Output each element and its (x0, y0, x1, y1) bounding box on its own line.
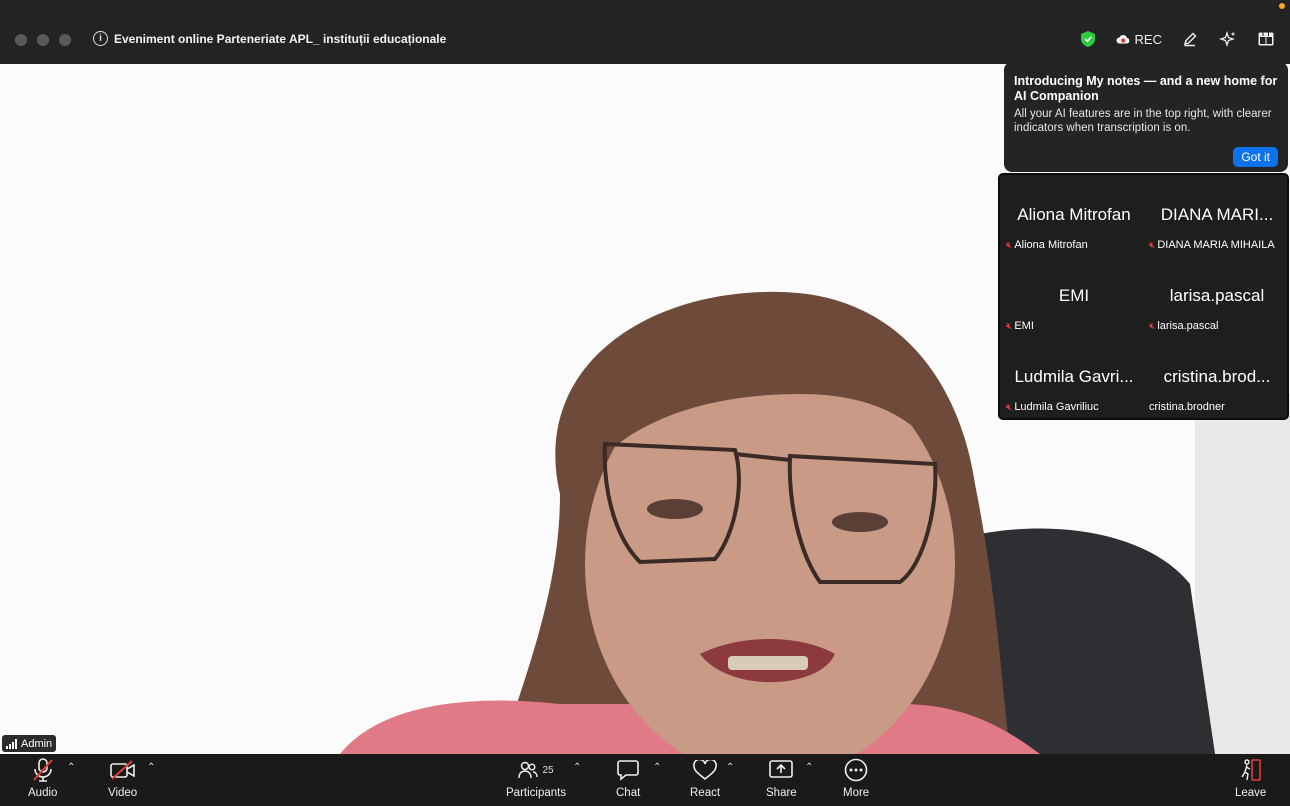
recording-indicator[interactable]: REC (1116, 32, 1162, 47)
security-shield-icon[interactable] (1078, 29, 1098, 49)
video-off-icon (109, 758, 136, 782)
participant-name: cristina.brodner (1149, 401, 1225, 413)
leave-door-icon (1239, 758, 1263, 782)
speaker-name: Admin (21, 737, 53, 750)
participants-button[interactable]: 25 Participants (506, 758, 566, 799)
ai-companion-sparkle-icon[interactable] (1218, 29, 1238, 49)
tooltip-title: Introducing My notes — and a new home fo… (1014, 74, 1278, 103)
participant-display-name: cristina.brod... (1163, 367, 1271, 386)
participant-name: Aliona Mitrofan (1014, 239, 1088, 251)
share-button[interactable]: Share (766, 758, 797, 799)
video-button[interactable]: Video (108, 758, 137, 799)
muted-mic-icon (32, 758, 54, 782)
window-controls[interactable] (15, 34, 71, 46)
chat-options-chevron-icon[interactable]: ⌃ (653, 762, 661, 773)
participants-icon-group: 25 (518, 758, 554, 782)
notification-dot (1279, 3, 1285, 9)
leave-button[interactable]: Leave (1235, 758, 1266, 799)
heart-icon (693, 758, 717, 782)
muted-mic-icon: 🔇︎ (1149, 239, 1156, 251)
participant-name: EMI (1014, 320, 1034, 332)
participant-tile[interactable]: DIANA MARI... 🔇︎ DIANA MARIA MIHAILA (1143, 175, 1285, 255)
ai-companion-tooltip: Introducing My notes — and a new home fo… (1004, 62, 1288, 172)
more-label: More (843, 787, 870, 799)
participant-display-name: EMI (1058, 286, 1090, 305)
muted-mic-icon: 🔇︎ (1006, 320, 1013, 332)
meeting-toolbar: Audio ⌃ Video ⌃ 25 Participants ⌃ Chat ⌃… (0, 754, 1290, 806)
pen-icon[interactable] (1180, 29, 1200, 49)
participant-tile[interactable]: Ludmila Gavri... 🔇︎ Ludmila Gavriliuc (1000, 337, 1142, 417)
participant-name: DIANA MARIA MIHAILA (1157, 239, 1275, 251)
info-icon[interactable]: i (93, 31, 108, 46)
participant-tile[interactable]: EMI 🔇︎ EMI (1000, 256, 1142, 336)
participant-tile[interactable]: cristina.brod... cristina.brodner (1143, 337, 1285, 417)
participant-name: larisa.pascal (1157, 320, 1219, 332)
audio-label: Audio (28, 787, 58, 799)
participant-label: 🔇︎ larisa.pascal (1149, 320, 1218, 332)
react-label: React (690, 787, 721, 799)
video-label: Video (108, 787, 138, 799)
share-label: Share (766, 787, 797, 799)
speaker-name-tag: Admin (2, 735, 57, 752)
close-window-button[interactable] (15, 34, 27, 46)
chat-label: Chat (616, 787, 641, 799)
got-it-button[interactable]: Got it (1233, 147, 1278, 167)
muted-mic-icon: 🔇︎ (1006, 401, 1013, 413)
chat-button[interactable]: Chat (616, 758, 640, 799)
participants-options-chevron-icon[interactable]: ⌃ (573, 762, 581, 773)
participant-label: 🔇︎ DIANA MARIA MIHAILA (1149, 239, 1275, 251)
participants-count: 25 (542, 764, 554, 776)
chat-bubble-icon (617, 758, 639, 782)
rec-label: REC (1134, 31, 1162, 47)
cloud-record-icon (1116, 35, 1129, 44)
more-button[interactable]: More (843, 758, 869, 799)
maximize-window-button[interactable] (59, 34, 71, 46)
meeting-info[interactable]: i Eveniment online Parteneriate APL_ ins… (93, 31, 446, 46)
participants-label: Participants (506, 787, 567, 799)
participant-label: 🔇︎ EMI (1006, 320, 1034, 332)
minimize-window-button[interactable] (37, 34, 49, 46)
view-layout-icon[interactable] (1256, 29, 1276, 49)
participant-label: cristina.brodner (1149, 401, 1225, 413)
tooltip-body: All your AI features are in the top righ… (1014, 108, 1272, 134)
muted-mic-icon: 🔇︎ (1006, 239, 1013, 251)
title-bar: i Eveniment online Parteneriate APL_ ins… (0, 0, 1290, 64)
video-options-chevron-icon[interactable]: ⌃ (147, 762, 155, 773)
participant-display-name: Ludmila Gavri... (1014, 367, 1134, 386)
more-icon (844, 758, 868, 782)
participant-label: 🔇︎ Aliona Mitrofan (1006, 239, 1088, 251)
react-options-chevron-icon[interactable]: ⌃ (726, 762, 734, 773)
signal-strength-icon (6, 738, 17, 749)
react-button[interactable]: React (690, 758, 720, 799)
participants-icon (518, 761, 539, 779)
participant-display-name: Aliona Mitrofan (1017, 205, 1131, 224)
share-options-chevron-icon[interactable]: ⌃ (805, 762, 813, 773)
leave-label: Leave (1235, 787, 1267, 799)
muted-mic-icon: 🔇︎ (1149, 320, 1156, 332)
participant-display-name: larisa.pascal (1169, 286, 1265, 305)
audio-options-chevron-icon[interactable]: ⌃ (67, 762, 75, 773)
title-bar-actions: REC (1078, 29, 1276, 49)
audio-button[interactable]: Audio (28, 758, 57, 799)
participant-label: 🔇︎ Ludmila Gavriliuc (1006, 401, 1099, 413)
participant-tile[interactable]: larisa.pascal 🔇︎ larisa.pascal (1143, 256, 1285, 336)
meeting-title: Eveniment online Parteneriate APL_ insti… (114, 31, 447, 46)
participant-tile[interactable]: Aliona Mitrofan 🔇︎ Aliona Mitrofan (1000, 175, 1142, 255)
participant-name: Ludmila Gavriliuc (1014, 401, 1099, 413)
participant-gallery: Aliona Mitrofan 🔇︎ Aliona Mitrofan DIANA… (998, 173, 1289, 420)
share-screen-icon (769, 758, 794, 782)
participant-display-name: DIANA MARI... (1160, 205, 1274, 224)
